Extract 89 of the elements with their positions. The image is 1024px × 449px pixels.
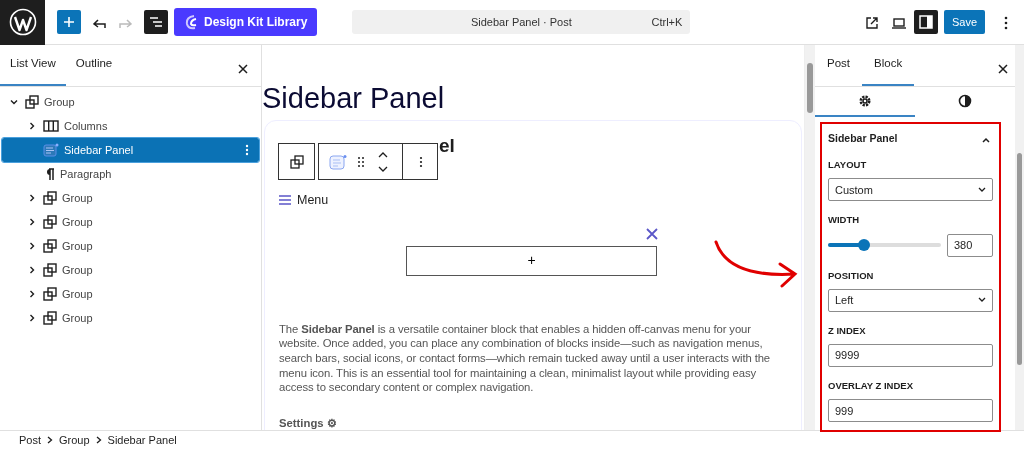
settings-toggle[interactable]: [913, 10, 938, 34]
chevron-right-icon[interactable]: [28, 194, 36, 202]
panel-block-icon: [43, 143, 59, 157]
settings-icon: [858, 94, 872, 108]
chevron-down-icon: [978, 297, 986, 304]
select-parent-button[interactable]: [278, 143, 315, 180]
slider-handle[interactable]: [858, 239, 871, 251]
columns-icon: [43, 120, 59, 132]
tree-item[interactable]: Sidebar Panel: [2, 138, 259, 162]
description-paragraph: The Sidebar Panel is a versatile container block that enables a hidden off-canvas menu for your website. Once added, you can place any combination of blocks inside—such as navigation menus, search bars, social icons, or contact forms—which remain tucked away until a user interacts with the menu icon. This is an essential tool for maintaining a clean, minimalist layout while providing easy access to secondary content or complex navigation.: [279, 321, 772, 395]
contrast-icon: [958, 94, 972, 108]
chevron-right-icon[interactable]: [28, 314, 36, 322]
close-icon[interactable]: [646, 227, 658, 240]
chevron-down-icon: [978, 186, 986, 193]
library-logo-icon: [184, 14, 198, 30]
command-bar[interactable]: Sidebar Panel · Post Ctrl+K: [352, 10, 691, 34]
command-bar-title: Sidebar Panel · Post: [470, 14, 572, 30]
more-vertical-icon: [1004, 15, 1008, 30]
field-label: LAYOUT: [828, 158, 868, 172]
group-icon: [43, 215, 57, 229]
group-icon: [289, 154, 304, 169]
append-block-button[interactable]: +: [406, 245, 657, 276]
tree-item[interactable]: Group: [2, 258, 259, 282]
breadcrumb-link[interactable]: Post: [19, 431, 41, 449]
chevron-right-icon[interactable]: [28, 266, 36, 274]
close-icon: [998, 63, 1008, 74]
list-icon: [149, 16, 163, 28]
document-overview-button[interactable]: [144, 10, 168, 34]
tree-item[interactable]: Group: [2, 90, 259, 114]
save-button[interactable]: Save: [943, 10, 985, 34]
add-block-button[interactable]: [57, 10, 81, 34]
group-icon: [43, 239, 57, 253]
field-label: POSITION: [828, 268, 875, 283]
library-button[interactable]: Design Kit Library: [174, 8, 318, 36]
plus-icon: [63, 16, 75, 28]
menu-label: Menu: [297, 192, 329, 209]
close-icon: [238, 63, 248, 74]
site-logo-icon[interactable]: [8, 8, 37, 36]
sidebar-tab[interactable]: Block: [862, 44, 915, 86]
menu-icon[interactable]: [279, 195, 291, 206]
settings-label: Settings ⚙: [279, 415, 338, 430]
move-icon[interactable]: [378, 150, 388, 173]
laptop-icon: [890, 16, 907, 29]
chevron-down-icon[interactable]: [10, 98, 18, 106]
field-label: WIDTH: [828, 213, 861, 228]
undo-icon: [92, 16, 106, 29]
scrollbar[interactable]: [1015, 45, 1024, 430]
redo-icon: [119, 16, 133, 29]
chevron-right-icon[interactable]: [28, 290, 36, 298]
chevron-right-icon[interactable]: [28, 242, 36, 250]
block-heading: el: [438, 135, 456, 157]
tree-item[interactable]: Columns: [2, 114, 259, 138]
tree-item[interactable]: Group: [2, 186, 259, 210]
shortcut-hint: Ctrl+K: [651, 14, 683, 30]
input-field[interactable]: 9999: [828, 344, 993, 367]
chevron-right-icon: [95, 436, 102, 444]
group-icon: [43, 311, 57, 325]
more-vertical-icon[interactable]: [419, 155, 423, 168]
sidebar-icon: [918, 15, 933, 29]
select-field[interactable]: Left: [828, 288, 993, 312]
panel-title: Sidebar Panel: [828, 131, 898, 147]
scrollbar[interactable]: [805, 45, 815, 430]
number-field[interactable]: 380: [947, 233, 993, 257]
group-icon: [25, 95, 39, 109]
external-link-icon: [864, 15, 879, 30]
chevron-right-icon[interactable]: [28, 218, 36, 226]
chevron-right-icon: [47, 436, 53, 444]
panel-tab[interactable]: List View: [0, 44, 66, 86]
more-vertical-icon[interactable]: [245, 144, 249, 156]
tree-item[interactable]: Group: [2, 306, 259, 330]
sidebar-tab[interactable]: Post: [815, 44, 862, 86]
drag-handle-icon[interactable]: [357, 155, 365, 168]
group-icon: [43, 287, 57, 301]
tree-item[interactable]: Group: [2, 234, 259, 258]
field-label: Z INDEX: [828, 323, 867, 338]
tree-item[interactable]: Group: [2, 210, 259, 234]
input-field[interactable]: 999: [828, 399, 993, 423]
field-label: OVERLAY Z INDEX: [828, 379, 914, 393]
page-title: Sidebar Panel: [262, 81, 446, 116]
group-icon: [43, 191, 57, 205]
panel-tab[interactable]: Outline: [65, 44, 123, 86]
select-field[interactable]: Custom: [828, 178, 993, 202]
chevron-right-icon[interactable]: [28, 122, 36, 130]
group-icon: [43, 263, 57, 277]
breadcrumb-link[interactable]: Sidebar Panel: [107, 431, 177, 449]
chevron-up-icon: [982, 136, 990, 143]
tree-item[interactable]: Paragraph: [2, 162, 259, 186]
breadcrumb-link[interactable]: Group: [59, 431, 90, 449]
tree-item[interactable]: Group: [2, 282, 259, 306]
